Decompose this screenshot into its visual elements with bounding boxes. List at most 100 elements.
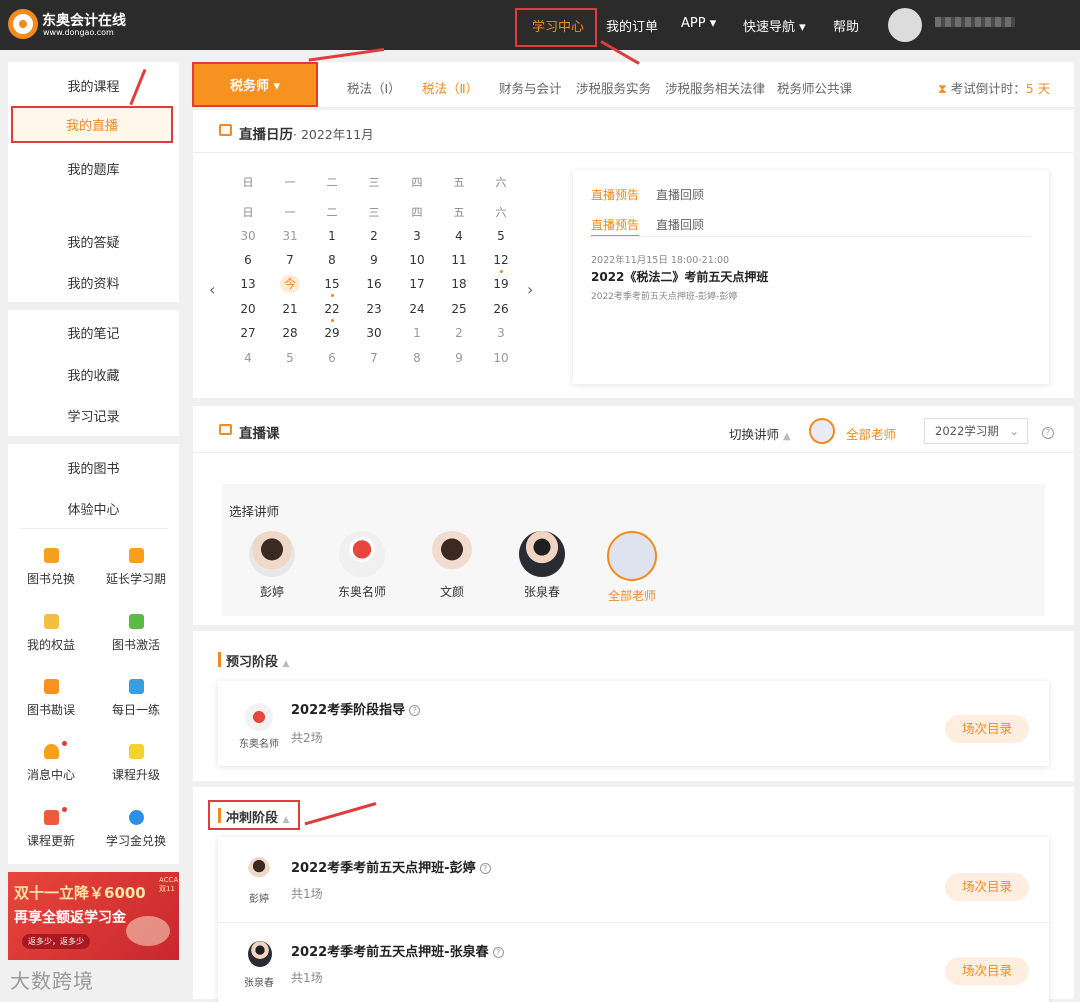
teacher-option-dongao[interactable]: 东奥名师 [322,531,402,600]
switch-teacher-toggle[interactable]: 切换讲师 ▲ [729,424,791,443]
session-catalog-button[interactable]: 场次目录 [945,957,1029,985]
grid-course-update[interactable]: 课程更新 [16,807,86,849]
grid-course-upgrade[interactable]: 课程升级 [101,744,171,783]
calendar-day[interactable]: 28 [275,326,305,340]
tab-tax-law-1[interactable]: 税法（Ⅰ） [347,78,401,97]
calendar-day[interactable]: 5 [486,229,516,243]
calendar-day[interactable]: 8 [402,351,432,365]
nav-my-orders[interactable]: 我的订单 [606,16,658,35]
next-month-chevron-icon[interactable]: › [527,280,533,299]
calendar-day[interactable]: 13 [233,277,263,291]
sidebar-item-my-notes[interactable]: 我的笔记 [8,323,179,342]
calendar-day[interactable]: 2 [444,326,474,340]
calendar-day[interactable]: 9 [444,351,474,365]
calendar-day[interactable]: 19 [486,277,516,291]
grid-my-rights[interactable]: 我的权益 [16,614,86,653]
nav-app[interactable]: APP ▾ [681,16,716,31]
teacher-option-wenyan[interactable]: 文颜 [412,531,492,600]
calendar-day[interactable]: 7 [359,351,389,365]
calendar-day[interactable]: 30 [233,229,263,243]
help-icon[interactable]: ? [1042,427,1054,439]
teacher-option-all[interactable]: 全部老师 [592,531,672,604]
prev-month-chevron-icon[interactable]: ‹ [209,280,215,299]
calendar-day[interactable]: 3 [486,326,516,340]
tab-tax-service-practice[interactable]: 涉税服务实务 [576,78,651,97]
brand-name[interactable]: 东奥会计在线 [42,10,126,30]
calendar-day[interactable]: 1 [317,229,347,243]
banner-button[interactable]: 返多少，返多少 [22,934,90,949]
calendar-day[interactable]: 16 [359,277,389,291]
help-icon[interactable]: ? [492,947,504,958]
calendar-day[interactable]: 31 [275,229,305,243]
calendar-day[interactable]: 25 [444,302,474,316]
session-catalog-button[interactable]: 场次目录 [945,873,1029,901]
calendar-day[interactable]: 10 [402,253,432,267]
calendar-day[interactable]: 23 [359,302,389,316]
calendar-day[interactable]: 12 [486,253,516,267]
calendar-day[interactable]: 18 [444,277,474,291]
calendar-day[interactable]: 3 [402,229,432,243]
subject-dropdown-button[interactable]: 税务师 ▾ [192,62,318,107]
calendar-day[interactable]: 22 [317,302,347,316]
grid-book-errata[interactable]: 图书勘误 [16,679,86,718]
calendar-day[interactable]: 15 [317,277,347,291]
card-tab-preview[interactable]: 直播预告 [591,186,639,203]
calendar-day[interactable]: 6 [317,351,347,365]
tab-tax-law-2[interactable]: 税法（Ⅱ） [422,78,478,97]
calendar-day[interactable]: 26 [486,302,516,316]
tab-finance-accounting[interactable]: 财务与会计 [499,78,562,97]
calendar-day[interactable]: 8 [317,253,347,267]
teacher-option-pengting[interactable]: 彭婷 [232,531,312,600]
event-title[interactable]: 2022《税法二》考前五天点押班 [591,268,768,285]
grid-book-exchange[interactable]: 图书兑换 [16,548,86,587]
grid-daily-practice[interactable]: 每日一练 [101,679,171,718]
calendar-day[interactable]: 17 [402,277,432,291]
help-icon[interactable]: ? [479,863,491,874]
calendar-day[interactable]: 4 [444,229,474,243]
calendar-day[interactable]: 6 [233,253,263,267]
calendar-day[interactable]: 21 [275,302,305,316]
sidebar-item-my-qa[interactable]: 我的答疑 [8,232,179,251]
calendar-day[interactable]: 10 [486,351,516,365]
tab-tax-related-law[interactable]: 涉税服务相关法律 [665,78,765,97]
course-title[interactable]: 2022考季考前五天点押班-张泉春? [291,941,504,960]
calendar-day[interactable]: 4 [233,351,263,365]
calendar-day[interactable]: 27 [233,326,263,340]
calendar-day[interactable]: 11 [444,253,474,267]
tab-public-course[interactable]: 税务师公共课 [777,78,852,97]
calendar-day[interactable]: 1 [402,326,432,340]
nav-help[interactable]: 帮助 [833,16,859,35]
sidebar-item-study-records[interactable]: 学习记录 [8,406,179,425]
stage-title[interactable]: 预习阶段 ▲ [226,651,289,670]
card-tab-replay[interactable]: 直播回顾 [656,186,704,203]
grid-message-center[interactable]: 消息中心 [16,741,86,783]
user-name-blurred[interactable] [935,17,1015,27]
grid-extend-study[interactable]: 延长学习期 [101,548,171,587]
sidebar-item-my-materials[interactable]: 我的资料 [8,273,179,292]
sidebar-item-my-books[interactable]: 我的图书 [8,458,179,477]
calendar-day[interactable]: 30 [359,326,389,340]
course-title[interactable]: 2022考季阶段指导? [291,699,421,718]
grid-study-gold-exchange[interactable]: 学习金兑换 [101,810,171,849]
calendar-day[interactable]: 20 [233,302,263,316]
help-icon[interactable]: ? [409,705,421,716]
card-tab-replay[interactable]: 直播回顾 [656,216,704,233]
teacher-option-zhangquanchun[interactable]: 张泉春 [502,531,582,600]
calendar-day[interactable]: 9 [359,253,389,267]
sidebar-item-experience-center[interactable]: 体验中心 [8,499,179,518]
sidebar-item-my-question-bank[interactable]: 我的题库 [8,159,179,178]
dongao-logo-icon[interactable] [8,9,38,39]
nav-quick-navigation[interactable]: 快速导航 ▾ [743,16,806,35]
calendar-day[interactable]: 29 [317,326,347,340]
card-tab-preview-active[interactable]: 直播预告 [591,216,640,237]
session-catalog-button[interactable]: 场次目录 [945,715,1029,743]
grid-book-activation[interactable]: 图书激活 [101,614,171,653]
calendar-today[interactable]: 今 [280,275,300,293]
calendar-day[interactable]: 2 [359,229,389,243]
sidebar-item-my-favorites[interactable]: 我的收藏 [8,365,179,384]
user-avatar[interactable] [888,8,922,42]
calendar-day[interactable]: 7 [275,253,305,267]
course-title[interactable]: 2022考季考前五天点押班-彭婷? [291,857,491,876]
calendar-day[interactable]: 5 [275,351,305,365]
all-teachers-avatar[interactable] [809,418,835,444]
